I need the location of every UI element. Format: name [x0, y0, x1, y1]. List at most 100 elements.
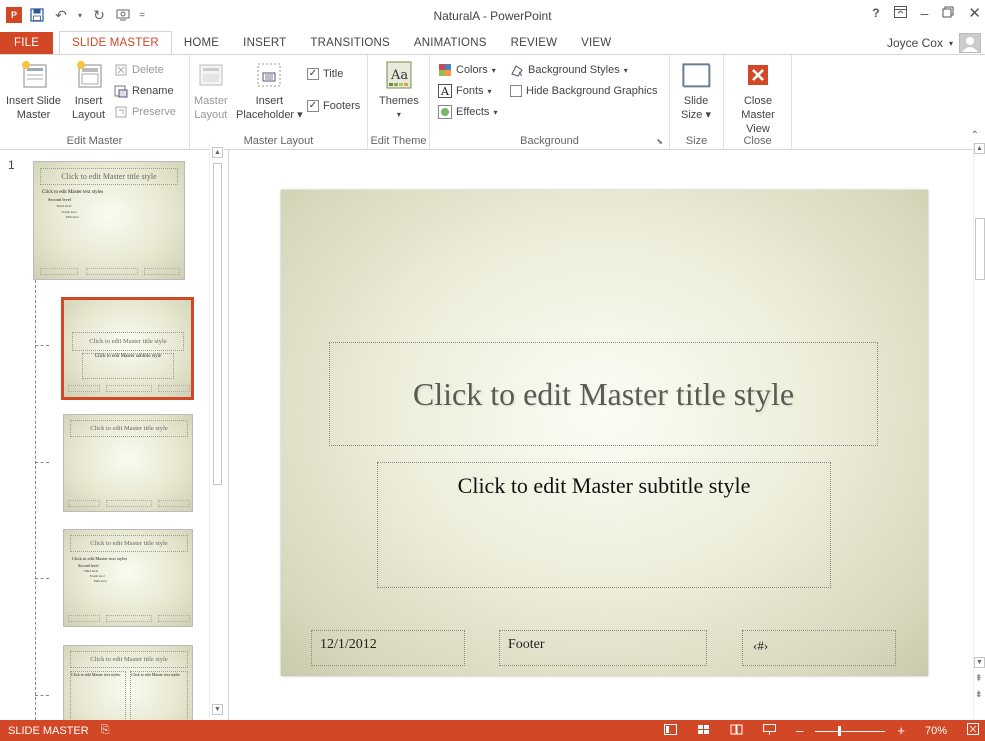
colors-icon — [439, 64, 451, 76]
avatar — [959, 33, 981, 53]
thumb-second-level: Second level — [48, 197, 72, 202]
status-right: – + 70% — [664, 723, 979, 738]
subtitle-placeholder[interactable]: Click to edit Master subtitle style — [377, 462, 831, 588]
fonts-dropdown-icon: ▾ — [487, 86, 492, 96]
dialog-launcher-icon[interactable]: ⬊ — [656, 137, 663, 146]
colors-dropdown-icon: ▾ — [491, 65, 496, 75]
scrollbar-thumb[interactable] — [975, 218, 985, 280]
date-placeholder[interactable]: 12/1/2012 — [311, 630, 465, 666]
effects-icon — [438, 105, 452, 119]
preserve-button[interactable]: Preserve — [114, 103, 176, 121]
group-size: Slide Size ▾ Size — [670, 55, 724, 149]
thumbnail-two-content-layout[interactable]: Click to edit Master title style Click t… — [63, 645, 193, 720]
group-label-background: Background — [520, 135, 579, 147]
zoom-level[interactable]: 70% — [925, 725, 947, 737]
thumb-number — [158, 500, 190, 507]
thumbnail-scrollbar[interactable]: ▲ ▼ — [209, 143, 224, 718]
colors-label: Colors — [456, 64, 488, 76]
hide-bg-check-icon — [510, 85, 522, 97]
user-account[interactable]: Joyce Cox ▾ — [887, 33, 981, 53]
scroll-up-icon[interactable]: ▲ — [212, 147, 223, 158]
thumbnail-title-only-layout[interactable]: Click to edit Master title style — [63, 414, 193, 512]
thumbnail-title-content-layout[interactable]: Click to edit Master title style Click t… — [63, 529, 193, 627]
scrollbar-thumb[interactable] — [213, 163, 222, 485]
editor-scrollbar[interactable]: ▲ ▼ ⇞ ⇟ — [973, 143, 985, 718]
fonts-button[interactable]: A Fonts ▾ — [438, 82, 492, 100]
delete-icon — [115, 64, 127, 76]
zoom-slider-knob[interactable] — [837, 725, 841, 736]
connector-h — [35, 345, 49, 346]
connector-line — [35, 280, 36, 720]
hide-background-graphics-checkbox[interactable]: Hide Background Graphics — [510, 82, 657, 100]
themes-button[interactable]: Aa Themes ▾ — [379, 59, 419, 122]
slide-number: 1 — [8, 158, 15, 172]
delete-button[interactable]: Delete — [114, 61, 164, 79]
tab-animations[interactable]: ANIMATIONS — [402, 32, 499, 54]
slide-number-placeholder[interactable]: ‹#› — [742, 630, 896, 666]
normal-view-icon[interactable] — [664, 723, 678, 738]
scroll-up-icon[interactable]: ▲ — [974, 143, 985, 154]
title-check-label: Title — [323, 68, 344, 80]
tab-review[interactable]: REVIEW — [499, 32, 570, 54]
zoom-slider[interactable] — [807, 724, 893, 738]
preserve-label: Preserve — [132, 106, 177, 118]
tab-file[interactable]: FILE — [0, 32, 54, 54]
master-layout-label-1: Master — [194, 95, 228, 107]
insert-slide-master-button[interactable]: Insert Slide Master — [6, 59, 61, 122]
slide-show-icon[interactable] — [763, 723, 777, 738]
zoom-control: – + — [796, 723, 905, 738]
tab-transitions[interactable]: TRANSITIONS — [298, 32, 402, 54]
tab-view[interactable]: VIEW — [569, 32, 623, 54]
effects-label: Effects — [456, 106, 490, 118]
zoom-track — [815, 730, 886, 732]
thumb-title: Click to edit Master title style — [70, 420, 188, 437]
next-slide-icon[interactable]: ⇟ — [975, 689, 983, 700]
accessibility-icon[interactable]: ⎘ — [101, 724, 110, 737]
thumbnail-title-slide-layout[interactable]: Click to edit Master title style Click t… — [61, 297, 194, 400]
rename-button[interactable]: Rename — [114, 82, 174, 100]
title-checkbox[interactable]: ✓ Title — [307, 65, 343, 83]
zoom-in-icon[interactable]: + — [897, 723, 905, 738]
scroll-down-icon[interactable]: ▼ — [212, 704, 223, 715]
title-check-icon: ✓ — [307, 68, 319, 80]
insert-layout-button[interactable]: Insert Layout — [72, 59, 105, 122]
close-window-icon[interactable]: ✕ — [968, 4, 981, 22]
scroll-down-icon[interactable]: ▼ — [974, 657, 985, 668]
colors-button[interactable]: Colors ▾ — [438, 61, 496, 79]
collapse-ribbon-icon[interactable]: ⌃ — [971, 130, 979, 141]
background-styles-button[interactable]: Background Styles ▾ — [510, 61, 628, 79]
fit-to-window-icon[interactable] — [967, 723, 979, 738]
footers-checkbox[interactable]: ✓ Footers — [307, 97, 360, 115]
close-master-view-button[interactable]: Close Master View — [728, 59, 788, 136]
ribbon-display-options-icon[interactable] — [893, 5, 907, 21]
group-label-edit-theme: Edit Theme — [370, 135, 427, 147]
slide-canvas[interactable]: Click to edit Master title style Click t… — [281, 190, 928, 676]
thumb-number — [144, 268, 180, 275]
reading-view-icon[interactable] — [730, 724, 743, 738]
insert-placeholder-button[interactable]: Insert Placeholder ▾ — [236, 59, 303, 122]
thumb-fifth-level: Fifth level — [66, 215, 79, 219]
thumbnail-slide-master[interactable]: Click to edit Master title style Click t… — [33, 161, 185, 280]
restore-icon[interactable] — [942, 5, 954, 21]
group-background: Colors ▾ A Fonts ▾ Effects ▾ Background … — [430, 55, 670, 149]
zoom-out-icon[interactable]: – — [796, 723, 803, 738]
thumb-third-level: Third level — [84, 569, 99, 573]
master-layout-button[interactable]: Master Layout — [194, 59, 228, 122]
footer-placeholder[interactable]: Footer — [499, 630, 707, 666]
thumb-title: Click to edit Master title style — [70, 535, 188, 552]
title-placeholder[interactable]: Click to edit Master title style — [329, 342, 878, 446]
effects-button[interactable]: Effects ▾ — [438, 103, 497, 121]
previous-slide-icon[interactable]: ⇞ — [975, 673, 983, 684]
tab-home[interactable]: HOME — [172, 32, 231, 54]
help-icon[interactable]: ? — [872, 6, 879, 20]
fonts-icon: A — [438, 84, 452, 98]
background-styles-dropdown-icon: ▾ — [623, 65, 628, 75]
slide-sorter-icon[interactable] — [697, 724, 710, 738]
rename-label: Rename — [132, 85, 174, 97]
insert-slide-master-icon — [21, 61, 47, 88]
minimize-icon[interactable]: – — [921, 5, 929, 21]
slide-size-button[interactable]: Slide Size ▾ — [680, 59, 712, 122]
tab-insert[interactable]: INSERT — [231, 32, 298, 54]
hide-bg-label: Hide Background Graphics — [526, 85, 658, 97]
tab-slide-master[interactable]: SLIDE MASTER — [59, 31, 172, 54]
